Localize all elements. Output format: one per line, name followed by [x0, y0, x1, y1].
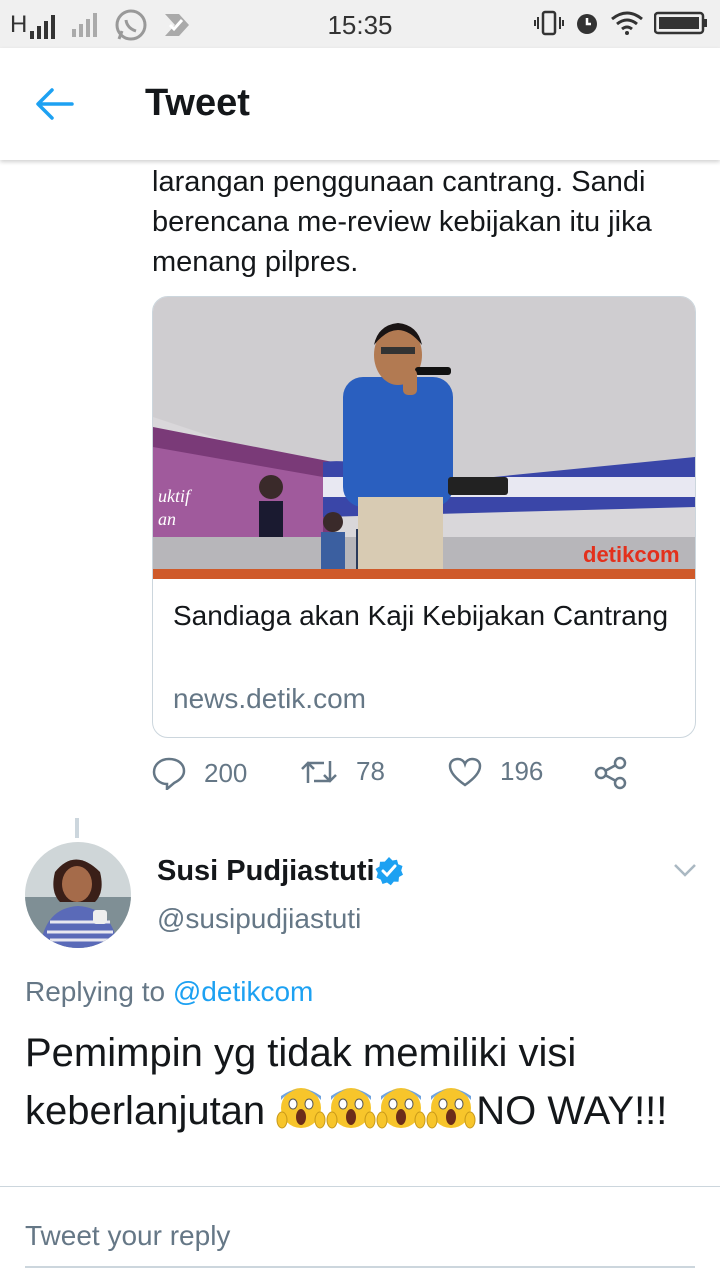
- card-image: uktif an detikcom: [153, 297, 695, 579]
- app-header: Tweet: [0, 48, 720, 160]
- replying-to-line: Replying to @detikcom: [25, 976, 313, 1008]
- scream-emoji-icon: [326, 1088, 376, 1129]
- battery-icon: [654, 11, 707, 35]
- reply-text-part2: NO WAY!!!: [476, 1089, 668, 1133]
- thread-connector: [75, 818, 79, 838]
- back-arrow-icon[interactable]: [32, 84, 80, 124]
- like-action[interactable]: 196: [448, 756, 543, 787]
- scream-emoji-icon: [376, 1088, 426, 1129]
- verified-badge-icon: [375, 857, 403, 886]
- card-domain: news.detik.com: [173, 683, 366, 714]
- tweet-text: larangan penggunaan cantrang. Sandi bere…: [152, 166, 652, 278]
- reply-input[interactable]: [25, 1206, 695, 1268]
- scream-emoji-icon: [426, 1088, 476, 1129]
- like-count: 196: [500, 756, 544, 786]
- reply-action[interactable]: 200: [152, 756, 247, 790]
- svg-text:uktif: uktif: [158, 486, 193, 506]
- scream-emoji-icon: [276, 1088, 326, 1129]
- author-handle[interactable]: @susipudjiastuti: [157, 903, 361, 935]
- reply-text: Pemimpin yg tidak memiliki visi keberlan…: [25, 1024, 705, 1140]
- retweet-icon: [301, 760, 337, 783]
- avatar[interactable]: [25, 842, 131, 948]
- chevron-down-icon[interactable]: [672, 860, 698, 880]
- heart-icon: [448, 757, 482, 787]
- retweet-action[interactable]: 78: [300, 756, 385, 787]
- reply-count: 200: [204, 757, 248, 788]
- vibrate-icon: [534, 10, 564, 36]
- reply-icon: [152, 757, 186, 790]
- tweet-actions: 200 78 196: [152, 756, 712, 800]
- status-bar: H 15:35: [0, 0, 720, 48]
- retweet-count: 78: [356, 756, 385, 786]
- wifi-icon: [611, 11, 643, 35]
- watermark-label: detikcom: [583, 542, 680, 567]
- author-name[interactable]: Susi Pudjiastuti: [157, 855, 375, 888]
- svg-text:an: an: [158, 509, 176, 529]
- page-title: Tweet: [145, 82, 250, 124]
- replying-to-link[interactable]: @detikcom: [173, 976, 313, 1007]
- link-preview-card[interactable]: uktif an detikcom Sandiaga akan Kaji Keb…: [152, 296, 696, 738]
- card-title: Sandiaga akan Kaji Kebijakan Cantrang: [173, 600, 669, 631]
- share-action[interactable]: [594, 756, 628, 790]
- replying-prefix: Replying to: [25, 976, 166, 1007]
- share-icon: [594, 756, 627, 790]
- alarm-icon: [577, 14, 597, 34]
